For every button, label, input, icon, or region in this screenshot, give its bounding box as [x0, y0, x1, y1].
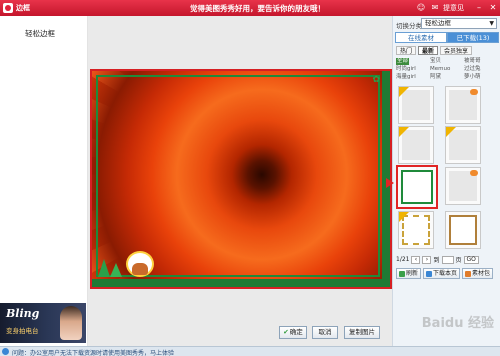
title-bar: 边框 觉得美图秀秀好用，要告诉你的朋友哦！ ☺ ✉ 提意见 – ✕ [0, 0, 500, 16]
frame-bottom-bar [92, 279, 390, 287]
refresh-button[interactable]: 刷新 [396, 268, 422, 279]
prev-page-icon[interactable]: ‹ [411, 255, 421, 264]
frame-inner-line [96, 75, 380, 277]
tab-vip[interactable]: 会员独享 [440, 46, 473, 55]
download-icon [426, 270, 433, 277]
sort-tabs: 热门 最新 会员独享 [396, 46, 473, 55]
next-page-icon[interactable]: › [422, 255, 432, 264]
close-icon[interactable]: ✕ [486, 2, 500, 14]
christmas-tree-icon [98, 255, 124, 277]
cancel-button[interactable]: 取消 [312, 326, 338, 339]
material-actions: 刷新 下载本页 素材包 [396, 268, 494, 279]
copy-image-button[interactable]: 复制图片 [344, 326, 380, 339]
material-mode-tabs: 在线素材 已下载(13) [395, 32, 499, 43]
tag-all[interactable]: 全部 [396, 58, 410, 65]
tab-newest[interactable]: 最新 [418, 46, 439, 55]
tag-item[interactable]: 被哥哥 [464, 58, 498, 65]
title-bar-controls: ☺ ✉ 提意见 – ✕ [415, 0, 500, 16]
download-page-button[interactable]: 下载本页 [423, 268, 461, 279]
current-frame-category: 轻松边框 [25, 29, 55, 38]
window-title: 边框 [16, 4, 30, 12]
tag-item[interactable]: 阿黛 [430, 74, 464, 81]
tag-item[interactable]: 海量girl [396, 74, 430, 81]
tab-downloaded[interactable]: 已下载(13) [447, 32, 499, 43]
bling-ad-title: Bling [6, 307, 40, 320]
info-icon [2, 348, 9, 355]
tab-online-materials[interactable]: 在线素材 [395, 32, 447, 43]
frame-thumbnail[interactable] [445, 167, 481, 205]
minimize-icon[interactable]: – [472, 2, 486, 14]
material-pack-button[interactable]: 素材包 [462, 268, 494, 279]
tag-item[interactable]: 宝贝 [430, 58, 464, 65]
skin-icon[interactable]: ✉ [429, 2, 441, 14]
tag-item[interactable]: Memuo [430, 66, 464, 73]
frame-thumbnail[interactable] [398, 126, 434, 164]
reindeer-sticker-icon [132, 263, 148, 275]
selection-arrow-icon [386, 178, 394, 188]
package-icon [465, 270, 472, 277]
refresh-label: 刷新 [406, 270, 419, 277]
tag-item[interactable]: 萝小萌 [464, 74, 498, 81]
pagination: 1/21 ‹ › 到 页 GO [396, 255, 479, 264]
material-pack-label: 素材包 [472, 270, 491, 277]
frame-thumbnail[interactable] [445, 211, 481, 249]
photo-preview[interactable]: ✿ [90, 69, 392, 289]
frame-thumbnail[interactable] [398, 211, 434, 249]
download-page-label: 下载本页 [433, 270, 458, 277]
feedback-link[interactable]: 提意见 [443, 3, 464, 13]
confirm-button[interactable]: ✔确定 [279, 326, 307, 339]
bling-ad-banner[interactable]: Bling 变身拍电台 [0, 303, 86, 343]
frame-thumbnail[interactable] [445, 126, 481, 164]
ad-model-image [60, 306, 82, 340]
page-number-input[interactable] [441, 255, 454, 264]
category-label: 切换分类 [396, 22, 422, 30]
tab-hot[interactable]: 热门 [396, 46, 417, 55]
check-icon: ✔ [283, 328, 289, 336]
go-button[interactable]: GO [463, 255, 479, 264]
page-indicator: 1/21 [396, 256, 410, 263]
frame-thumbnail[interactable] [445, 86, 481, 124]
watermark-text: Baidu 经验 [421, 316, 494, 331]
left-panel: 轻松边框 Bling 变身拍电台 [0, 16, 88, 346]
tag-item[interactable]: 过过兔 [464, 66, 498, 73]
app-logo-icon [3, 3, 13, 13]
corner-sticker-icon: ✿ [372, 75, 380, 85]
frame-thumbnail[interactable] [398, 86, 434, 124]
frame-thumbnail-selected[interactable] [396, 165, 438, 209]
tag-item[interactable]: 时尚girl [396, 66, 430, 73]
goto-label: 到 [433, 257, 440, 264]
status-message[interactable]: 问题：办公室用户无法下载资源时请使用美图秀秀，马上体验 [12, 348, 174, 356]
status-bar: 问题：办公室用户无法下载资源时请使用美图秀秀，马上体验 [0, 346, 500, 356]
chevron-down-icon: ▼ [489, 20, 494, 27]
confirm-label: 确定 [289, 328, 303, 336]
category-select[interactable]: 轻松边框 ▼ [421, 18, 497, 29]
bling-ad-subtitle: 变身拍电台 [6, 327, 39, 335]
user-icon[interactable]: ☺ [415, 2, 427, 14]
refresh-icon [399, 270, 405, 277]
title-slogan: 觉得美图秀秀好用，要告诉你的朋友哦！ [190, 4, 325, 13]
category-select-value: 轻松边框 [425, 19, 451, 27]
tag-filter-list: 全部 宝贝 被哥哥 时尚girl Memuo 过过兔 海量girl 阿黛 萝小萌 [396, 58, 498, 81]
page-unit-label: 页 [455, 257, 462, 264]
